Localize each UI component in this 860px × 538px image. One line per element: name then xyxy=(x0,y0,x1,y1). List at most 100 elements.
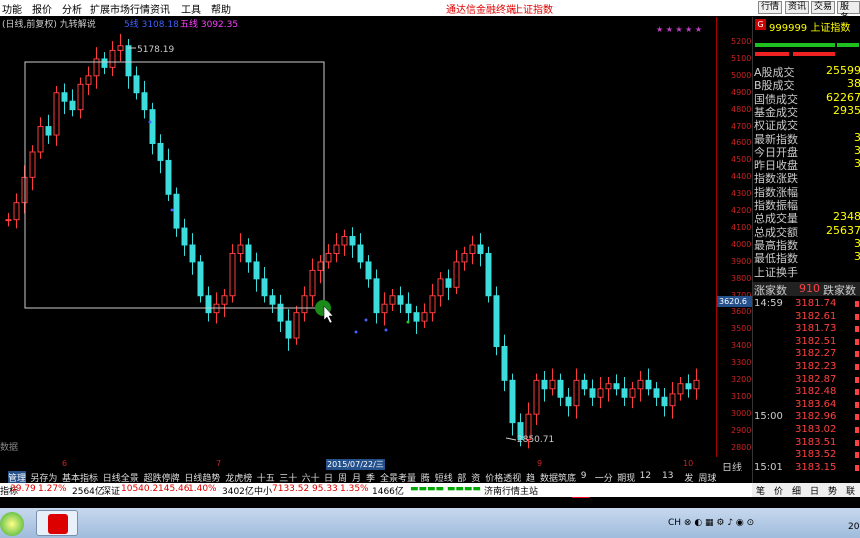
date-label: 10 xyxy=(683,459,694,468)
candle-body xyxy=(197,261,204,297)
tick-time: 14:59 xyxy=(754,298,783,309)
advance-decline: 涨家数 910 跌家数 xyxy=(753,282,860,297)
price-tick: 4400 xyxy=(731,172,752,182)
candle-body xyxy=(357,244,364,263)
candle-body xyxy=(205,295,212,314)
candle-body xyxy=(485,252,492,297)
tick-time: 15:01 xyxy=(754,461,783,473)
tick-price: 3182.87 xyxy=(795,373,837,385)
price-tick: 3000 xyxy=(731,408,752,418)
sub-toolbar-tab[interactable]: 细 xyxy=(792,484,801,497)
system-tray-icons[interactable]: CH ⊗ ◐ ▦ ⚙ ♪ ◉ ⊙ xyxy=(668,518,754,528)
current-price-marker: 3620.6 xyxy=(717,296,753,307)
tick-row: 3181.73 xyxy=(753,323,860,336)
menu-analysis[interactable]: 分析 xyxy=(62,1,82,16)
sub-toolbar-tab[interactable]: 日 xyxy=(810,484,819,497)
tick-row: 3182.48 xyxy=(753,386,860,399)
date-label: 6 xyxy=(62,459,68,468)
menu-function[interactable]: 功能 xyxy=(2,1,22,16)
stat-row: 昨日收盘 3 xyxy=(753,157,860,172)
candle-body xyxy=(669,393,676,407)
menu-info[interactable]: 资讯 xyxy=(150,1,170,16)
sub-toolbar-tab[interactable]: 价 xyxy=(774,484,783,497)
price-tick: 5200 xyxy=(731,37,752,46)
signal-marker xyxy=(384,328,388,332)
candle-body xyxy=(661,396,668,407)
sz-value: 10540.2 xyxy=(121,484,159,494)
sh-value: 39.79 xyxy=(10,484,36,494)
stat-value: 3 xyxy=(854,250,860,264)
stat-row: 总成交额 25637 xyxy=(753,224,860,239)
service-button[interactable]: 服务 xyxy=(837,1,860,23)
green-strength-bar xyxy=(755,43,835,47)
sub-toolbar-tab[interactable]: 笔 xyxy=(756,484,765,497)
tick-price: 3183.52 xyxy=(795,449,837,461)
candle-body xyxy=(549,379,556,390)
candlestick-chart[interactable]: 5178.19 2850.71 xyxy=(0,30,716,458)
tick-row: 3183.02 xyxy=(753,424,860,437)
tick-marker xyxy=(855,464,859,471)
price-tick: 4900 xyxy=(731,87,752,97)
candle-body xyxy=(597,388,604,398)
tick-marker xyxy=(855,351,859,358)
ma10-label: 五线 3092.35 xyxy=(180,20,239,30)
tick-row: 3183.52 xyxy=(753,449,860,462)
sub-toolbar-tab[interactable]: 势 xyxy=(828,484,837,497)
tick-row: 3182.87 xyxy=(753,374,860,387)
signal-bars-icon: ▬▬▬▬ ▬▬▬▬ xyxy=(410,484,481,494)
candle-body xyxy=(229,252,236,297)
toolbar-tab[interactable]: 13 xyxy=(662,471,673,481)
sub-toolbar-tab[interactable]: 联 xyxy=(846,484,855,497)
price-tick: 3600 xyxy=(731,307,752,317)
tick-row: 15:00 3182.96 xyxy=(753,411,860,424)
tick-marker xyxy=(855,414,859,421)
candle-body xyxy=(677,383,684,395)
info-button[interactable]: 资讯 xyxy=(785,1,810,14)
stat-row: 权证成交 xyxy=(753,117,860,132)
menu-bar: 功能 报价 分析 扩展市场行情 资讯 工具 帮助 通达信金融终端 上证指数 行情… xyxy=(0,0,860,23)
menu-extended-market[interactable]: 扩展市场行情 xyxy=(90,1,150,16)
stat-row: 最低指数 3 xyxy=(753,250,860,265)
candle-body xyxy=(469,244,476,254)
price-tick: 5000 xyxy=(731,70,752,80)
tick-price: 3183.64 xyxy=(795,398,837,410)
toolbar-tab[interactable]: 9 xyxy=(581,471,587,481)
price-tick: 3800 xyxy=(731,273,752,283)
candle-body xyxy=(405,303,412,314)
start-button-icon[interactable] xyxy=(0,512,24,536)
stat-value: 3 xyxy=(854,143,860,157)
stat-row: 国债成交 62267 xyxy=(753,91,860,106)
market-button[interactable]: 行情 xyxy=(758,1,783,14)
server-name[interactable]: 济南行情主站 xyxy=(484,484,538,497)
trade-button[interactable]: 交易 xyxy=(811,1,836,14)
toolbar-tab[interactable]: 12 xyxy=(640,471,651,481)
candle-body xyxy=(253,261,260,280)
candle-body xyxy=(109,49,116,68)
price-tick: 3900 xyxy=(731,256,752,266)
tick-marker xyxy=(855,389,859,396)
tdx-app-taskbar-button[interactable] xyxy=(36,510,78,536)
clock: 20 xyxy=(848,522,860,532)
panel-header: G 999999 上证指数 xyxy=(753,17,860,34)
tick-price: 3183.15 xyxy=(795,461,837,473)
candle-body xyxy=(341,236,348,246)
tick-marker xyxy=(855,376,859,383)
candle-body xyxy=(589,388,596,398)
candle-body xyxy=(5,219,12,222)
candle-body xyxy=(285,320,292,339)
menu-tools[interactable]: 工具 xyxy=(181,1,201,16)
stat-row: 指数涨幅 xyxy=(753,184,860,199)
sub-toolbar: 笔价细日势联 xyxy=(752,483,860,497)
menu-help[interactable]: 帮助 xyxy=(211,1,231,16)
signal-marker xyxy=(354,330,358,334)
candle-body xyxy=(101,58,108,68)
candle-body xyxy=(245,244,252,263)
menu-quote[interactable]: 报价 xyxy=(32,1,52,16)
stat-value: 3 xyxy=(854,130,860,144)
tick-marker xyxy=(855,338,859,345)
candle-body xyxy=(477,244,484,254)
stat-label: 上证换手 xyxy=(754,265,798,279)
candle-body xyxy=(237,244,244,254)
candle-body xyxy=(317,261,324,271)
candle-body xyxy=(429,295,436,314)
